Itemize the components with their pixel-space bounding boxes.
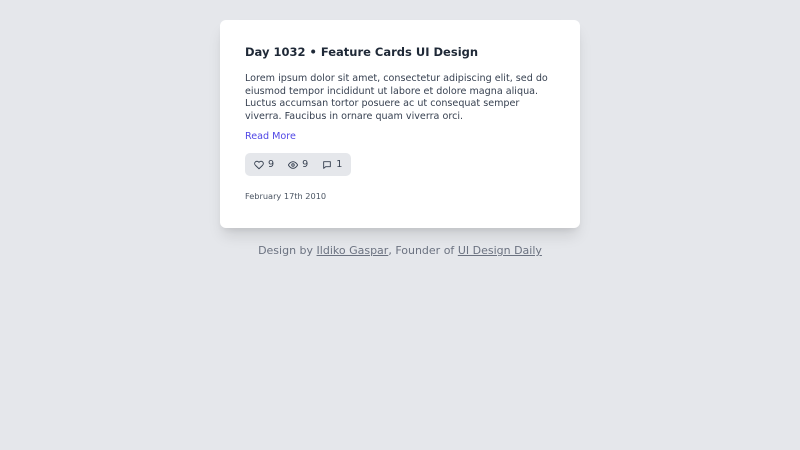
comment-icon — [323, 161, 332, 169]
comments-stat[interactable]: 1 — [322, 159, 342, 170]
footer-prefix: Design by — [258, 244, 317, 257]
views-count: 9 — [302, 159, 309, 171]
brand-link[interactable]: UI Design Daily — [458, 244, 542, 257]
footer-credit: Design by Ildiko Gaspar, Founder of UI D… — [0, 243, 800, 259]
author-link[interactable]: Ildiko Gaspar — [317, 244, 389, 257]
footer-middle: , Founder of — [388, 244, 458, 257]
heart-icon — [254, 160, 264, 170]
feature-card: Day 1032 • Feature Cards UI Design Lorem… — [220, 20, 580, 228]
card-body: Lorem ipsum dolor sit amet, consectetur … — [245, 73, 548, 122]
card-title: Day 1032 • Feature Cards UI Design — [245, 45, 479, 59]
views-stat[interactable]: 9 — [288, 159, 308, 170]
eye-icon — [288, 161, 299, 169]
likes-stat[interactable]: 9 — [254, 159, 274, 170]
read-more-link[interactable]: Read More — [245, 131, 296, 143]
likes-count: 9 — [268, 159, 275, 171]
card-stats: 9 9 1 — [245, 153, 352, 177]
card-date: February 17th 2010 — [245, 191, 327, 202]
comments-count: 1 — [336, 159, 343, 171]
